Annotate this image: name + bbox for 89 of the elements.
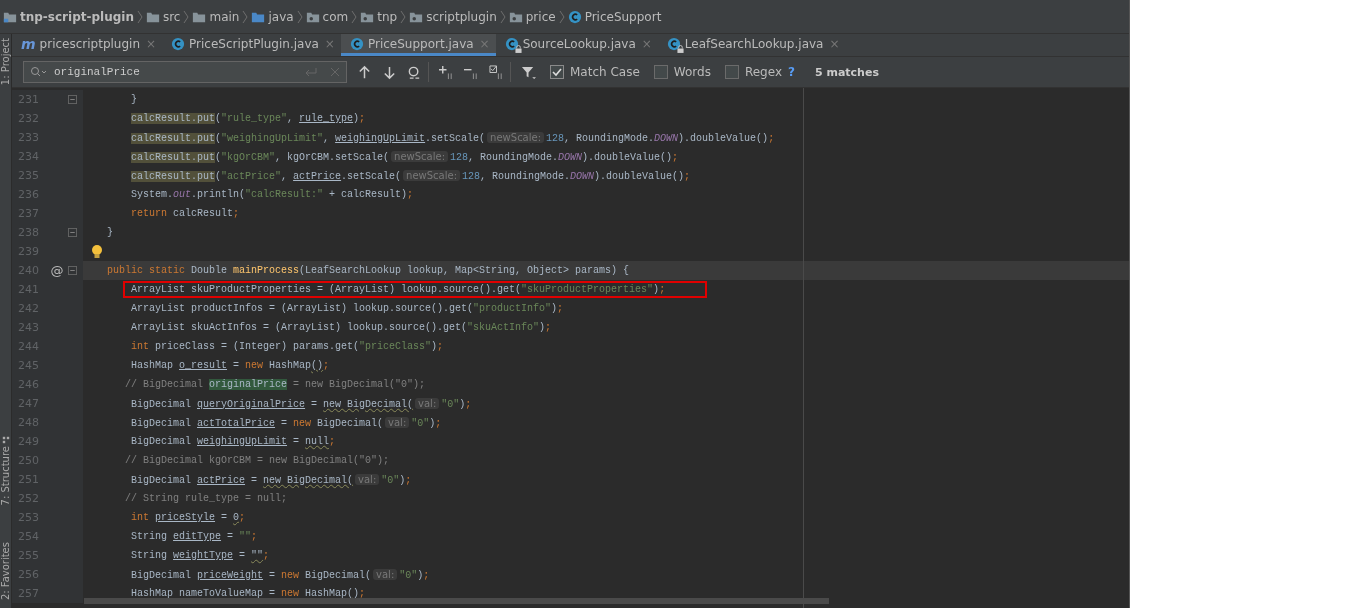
search-icon bbox=[30, 66, 48, 78]
filter-icon[interactable] bbox=[521, 64, 536, 80]
checkbox[interactable] bbox=[653, 65, 668, 79]
code-line: ArrayList skuActInfos = (ArrayList) lookup.source().get("skuActInfo"); bbox=[131, 322, 552, 333]
code-line: public static Double mainProcess(LeafSearchLookup lookup, Map<String, Object> params) { bbox=[107, 265, 630, 276]
inlay-hint: val: bbox=[355, 473, 380, 485]
module-icon: m bbox=[21, 35, 36, 52]
search-field[interactable]: originalPrice bbox=[52, 65, 300, 79]
structure-icon bbox=[1, 436, 10, 445]
code-line: HashMap o_result = new HashMap(); bbox=[131, 360, 330, 371]
editor-tab[interactable]: SourceLookup.java × bbox=[495, 34, 658, 56]
code-line: BigDecimal actPrice = new BigDecimal( val: "0"); bbox=[131, 473, 412, 486]
breadcrumb-item[interactable]: PriceSupport bbox=[584, 9, 662, 24]
inlay-hint: val: bbox=[373, 568, 398, 580]
inlay-hint: newScale: bbox=[403, 169, 461, 181]
favorites-tool-tab[interactable]: 2: Favorites bbox=[0, 541, 11, 600]
breadcrumb-item[interactable]: main bbox=[209, 9, 240, 24]
code-line: } bbox=[107, 227, 113, 238]
code-line: calcResult.put("kgOrCBM", kgOrCBM.setScale( newScale: 128, RoundingMode.DOWN).doubleValue(); bbox=[131, 150, 679, 163]
editor-tab[interactable]: PriceSupport.java × bbox=[340, 34, 496, 56]
fold-icon[interactable] bbox=[68, 95, 77, 104]
code-line: return calcResult; bbox=[131, 208, 240, 219]
code-line: BigDecimal actTotalPrice = new BigDecimal( val: "0"); bbox=[131, 416, 442, 429]
class-icon bbox=[666, 36, 681, 51]
checkbox[interactable] bbox=[550, 65, 564, 79]
code-line: BigDecimal queryOriginalPrice = new BigDecimal( val: "0"); bbox=[131, 397, 472, 410]
breadcrumb-item[interactable]: src bbox=[162, 9, 181, 24]
code-line: calcResult.put("rule_type", rule_type); bbox=[131, 113, 366, 124]
down-arrow-icon[interactable] bbox=[382, 64, 397, 80]
editor-tab[interactable]: LeafSearchLookup.java × bbox=[657, 34, 846, 56]
project-tool-tab[interactable]: 1: Project bbox=[0, 38, 11, 86]
fold-icon[interactable] bbox=[68, 266, 77, 275]
add-selection-icon[interactable] bbox=[439, 64, 454, 80]
chevron-icon bbox=[351, 9, 358, 24]
code-line: calcResult.put("weighingUpLimit", weighingUpLimit.setScale( newScale: 128, RoundingMode.DOWN).doubleValue(); bbox=[131, 131, 775, 144]
code-line: String editType = ""; bbox=[131, 531, 258, 542]
code-line: // BigDecimal originalPrice = new BigDecimal("0"); bbox=[125, 379, 426, 390]
option-label[interactable]: Match Case bbox=[570, 65, 640, 79]
code-line: } bbox=[131, 94, 137, 105]
class-icon bbox=[567, 9, 582, 24]
class-icon bbox=[504, 36, 519, 51]
inlay-hint: newScale: bbox=[391, 150, 449, 162]
inlay-hint: val: bbox=[415, 397, 440, 409]
select-all-icon[interactable] bbox=[489, 64, 504, 80]
chevron-icon bbox=[499, 9, 506, 24]
editor-tab[interactable]: m pricescriptplugin × bbox=[12, 34, 163, 56]
breadcrumb-item[interactable]: price bbox=[525, 9, 556, 24]
fold-icon[interactable] bbox=[68, 228, 77, 237]
breadcrumb-item[interactable]: tnp-script-plugin bbox=[20, 9, 134, 24]
help-link[interactable]: ? bbox=[788, 65, 795, 79]
chevron-icon bbox=[242, 9, 249, 24]
class-icon bbox=[171, 36, 186, 51]
override-marker[interactable]: @ bbox=[50, 263, 64, 278]
code-line: int priceStyle = 0; bbox=[131, 512, 246, 523]
lock-icon bbox=[676, 44, 684, 53]
match-count: 5 matches bbox=[814, 65, 879, 79]
lock-icon bbox=[514, 44, 522, 53]
code-line: ArrayList productInfos = (ArrayList) lookup.source().get("productInfo"); bbox=[131, 303, 564, 314]
editor-tab[interactable]: PriceScriptPlugin.java × bbox=[162, 34, 341, 56]
option-label[interactable]: Words bbox=[673, 65, 711, 79]
option-label[interactable]: Regex bbox=[744, 65, 782, 79]
code-line: // BigDecimal kgOrCBM = new BigDecimal("0"); bbox=[125, 455, 390, 466]
code-line: String weightType = ""; bbox=[131, 550, 270, 561]
code-line: // String rule_type = null; bbox=[125, 493, 288, 504]
lightbulb-icon[interactable] bbox=[91, 243, 103, 260]
chevron-icon bbox=[296, 9, 303, 24]
breadcrumb-item[interactable]: java bbox=[268, 9, 294, 24]
code-line: HashMap nameToValueMap = new HashMap(); bbox=[131, 588, 366, 599]
chevron-icon bbox=[183, 9, 190, 24]
code-line: BigDecimal weighingUpLimit = null; bbox=[131, 436, 336, 447]
class-icon bbox=[349, 36, 364, 51]
chevron-icon bbox=[400, 9, 407, 24]
structure-tool-tab[interactable]: 7: Structure bbox=[0, 446, 11, 506]
scrollbar-thumb[interactable] bbox=[84, 598, 829, 604]
breadcrumb-item[interactable]: scriptplugin bbox=[426, 9, 497, 24]
search-box[interactable]: originalPrice bbox=[23, 61, 347, 83]
up-arrow-icon[interactable] bbox=[357, 64, 372, 80]
checkbox[interactable] bbox=[724, 65, 739, 79]
chevron-icon bbox=[136, 9, 143, 24]
code-line: BigDecimal priceWeight = new BigDecimal( val: "0"); bbox=[131, 568, 430, 581]
code-line: System.out.println("calcResult:" + calcResult); bbox=[131, 189, 414, 200]
breadcrumb-item[interactable]: com bbox=[322, 9, 349, 24]
find-all-icon[interactable] bbox=[407, 64, 422, 80]
chevron-icon bbox=[558, 9, 565, 24]
inlay-hint: newScale: bbox=[487, 131, 545, 143]
code-line: calcResult.put("actPrice", actPrice.setScale( newScale: 128, RoundingMode.DOWN).doubleValue(); bbox=[131, 169, 691, 182]
inlay-hint: val: bbox=[385, 416, 410, 428]
code-line: int priceClass = (Integer) params.get("priceClass"); bbox=[131, 341, 444, 352]
breadcrumb-item[interactable]: tnp bbox=[377, 9, 398, 24]
